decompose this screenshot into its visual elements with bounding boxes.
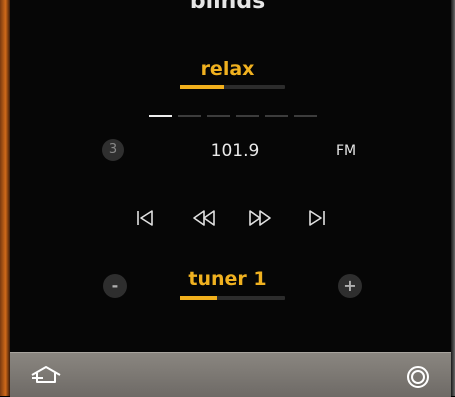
power-button[interactable] bbox=[406, 365, 430, 393]
zone-label[interactable]: relax bbox=[0, 58, 455, 80]
source-level-bar bbox=[180, 296, 285, 300]
frequency-readout: 101.9 bbox=[210, 141, 260, 161]
skip-next-icon bbox=[309, 210, 325, 226]
zone-level-fill bbox=[180, 85, 225, 89]
bottom-bar bbox=[10, 352, 451, 397]
home-icon bbox=[31, 366, 61, 383]
preset-indicators bbox=[149, 115, 317, 117]
preset-number-badge[interactable]: 3 bbox=[102, 139, 124, 161]
volume-plus-button[interactable]: + bbox=[338, 274, 362, 298]
preset-indicator[interactable] bbox=[207, 115, 230, 117]
fast-forward-button[interactable] bbox=[246, 205, 274, 231]
zone-level-bar bbox=[180, 85, 285, 89]
source-level-fill bbox=[180, 296, 217, 300]
rewind-button[interactable] bbox=[190, 205, 218, 231]
preset-indicator[interactable] bbox=[149, 115, 172, 117]
rewind-icon bbox=[193, 210, 215, 226]
preset-indicator[interactable] bbox=[178, 115, 201, 117]
preset-indicator[interactable] bbox=[236, 115, 259, 117]
skip-previous-button[interactable] bbox=[132, 205, 158, 231]
power-icon bbox=[407, 366, 429, 388]
preset-indicator[interactable] bbox=[294, 115, 317, 117]
band-label[interactable]: FM bbox=[336, 143, 356, 159]
fast-forward-icon bbox=[249, 210, 271, 226]
skip-next-button[interactable] bbox=[304, 205, 330, 231]
page-title: blinds bbox=[189, 0, 266, 14]
skip-previous-icon bbox=[137, 210, 153, 226]
preset-indicator[interactable] bbox=[265, 115, 288, 117]
home-button[interactable] bbox=[30, 365, 62, 389]
source-label[interactable]: tuner 1 bbox=[0, 268, 455, 290]
